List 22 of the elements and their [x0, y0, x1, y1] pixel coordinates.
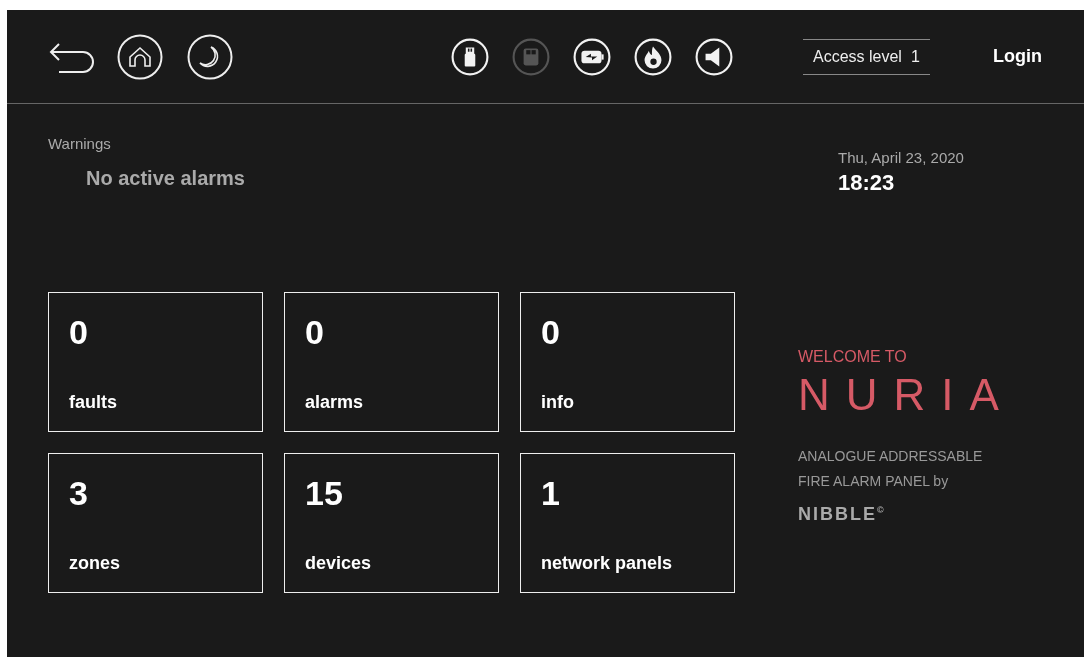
counter-tile[interactable]: 0 info — [520, 292, 735, 432]
battery-icon[interactable] — [573, 37, 611, 76]
maker-logo: NIBBLE$^{©}$ — [798, 504, 886, 525]
home-icon[interactable] — [117, 33, 163, 80]
warning-message: No active alarms — [86, 167, 245, 190]
speaker-icon[interactable] — [695, 37, 733, 76]
usb-stick-icon[interactable] — [451, 37, 489, 76]
login-button[interactable]: Login — [989, 42, 1046, 71]
moon-icon[interactable] — [187, 33, 233, 80]
access-level-field[interactable]: Access level 1 — [803, 38, 930, 75]
product-description: ANALOGUE ADDRESSABLE FIRE ALARM PANEL by — [798, 447, 983, 491]
clock-time: 18:23 — [838, 170, 895, 196]
date-text: Thu, April 23, 2020 — [838, 149, 964, 166]
welcome-text: WELCOME TO — [798, 348, 907, 366]
counter-tile[interactable]: 3 zones — [48, 453, 263, 593]
counter-tile[interactable]: 0 alarms — [284, 292, 499, 432]
counter-tile[interactable]: 15 devices — [284, 453, 499, 593]
warnings-title: Warnings — [48, 135, 111, 152]
counter-tile[interactable]: 0 faults — [48, 292, 263, 432]
product-logo: NURIA — [798, 370, 1015, 420]
counter-tile[interactable]: 1 network panels — [520, 453, 735, 593]
flame-icon[interactable] — [634, 37, 672, 76]
